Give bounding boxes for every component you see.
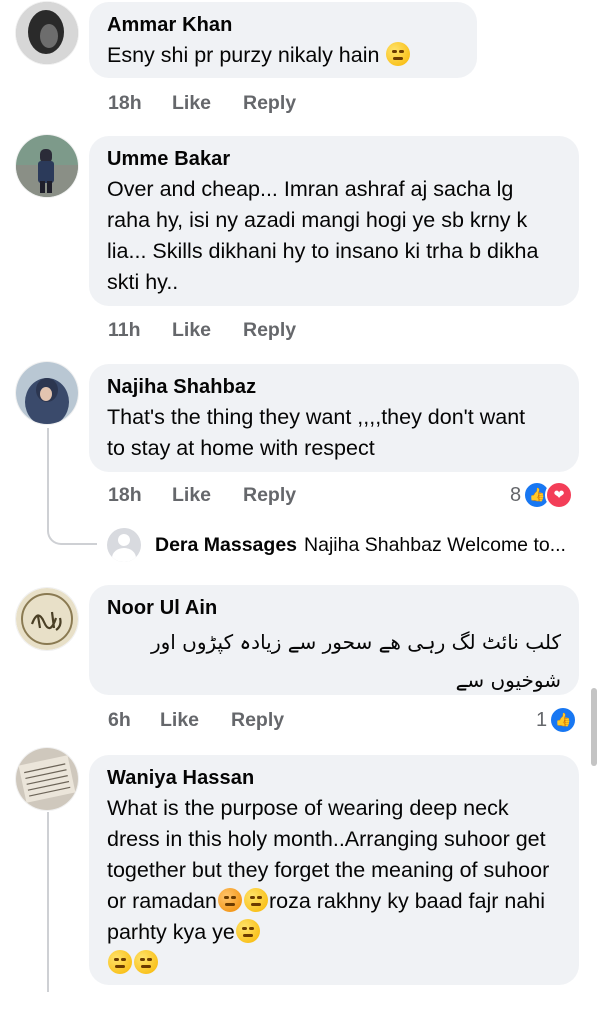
comment-actions: 18h Like Reply <box>108 92 296 115</box>
comment-bubble: Noor Ul Ain کلب نائٹ لگ رہی ھے سحور سے ز… <box>89 585 579 695</box>
reply-button[interactable]: Reply <box>243 319 296 342</box>
avatar-noor-ul-ain[interactable] <box>16 588 78 650</box>
smirk-emoji-icon <box>235 919 260 943</box>
avatar-umme-bakar[interactable] <box>16 135 78 197</box>
grimace-emoji-icon <box>386 42 411 66</box>
reply-text: Najiha Shahbaz Welcome to... <box>304 533 566 556</box>
comment-author[interactable]: Umme Bakar <box>107 146 561 172</box>
reply-button[interactable]: Reply <box>243 92 296 115</box>
reaction-summary[interactable]: 1 👍 <box>536 706 578 734</box>
avatar-waniya-hassan[interactable] <box>16 748 78 810</box>
calligraphy-icon <box>16 588 78 650</box>
reply-thread-line <box>47 428 97 545</box>
comment-time: 18h <box>108 484 142 506</box>
profile-photo-icon <box>16 2 78 64</box>
comment-text: Esny shi pr purzy nikaly hain <box>107 43 380 67</box>
smirk-emoji-icon <box>108 950 132 974</box>
reaction-summary[interactable]: 8 👍 ❤ <box>510 481 574 509</box>
like-button[interactable]: Like <box>172 319 243 342</box>
scrollbar[interactable] <box>591 688 597 766</box>
comment-text: کلب نائٹ لگ رہی ھے سحور سے زیادہ کپڑوں ا… <box>150 630 561 692</box>
comment-bubble: Najiha Shahbaz That's the thing they wan… <box>89 364 579 472</box>
comment-author[interactable]: Najiha Shahbaz <box>107 374 561 400</box>
crying-emoji-icon <box>217 888 242 912</box>
reply-button[interactable]: Reply <box>231 709 284 732</box>
reaction-count: 8 <box>510 483 522 506</box>
like-button[interactable]: Like <box>160 709 231 732</box>
avatar-ammar-khan[interactable] <box>16 2 78 64</box>
like-button[interactable]: Like <box>172 484 243 507</box>
book-photo-icon <box>16 748 78 810</box>
reaction-count: 1 <box>536 708 548 731</box>
comment-time: 18h <box>108 92 142 114</box>
smirk-emoji-icon <box>134 950 158 974</box>
comment-text: Over and cheap... Imran ashraf aj sacha … <box>107 177 539 294</box>
comment-author[interactable]: Waniya Hassan <box>107 765 561 791</box>
reply-thread-line <box>47 812 49 992</box>
comment-time: 11h <box>108 319 141 341</box>
default-avatar-icon <box>107 528 141 562</box>
comment-author[interactable]: Ammar Khan <box>107 12 459 38</box>
like-reaction-icon: 👍 <box>549 706 578 734</box>
comment-bubble: Umme Bakar Over and cheap... Imran ashra… <box>89 136 579 306</box>
comment-bubble: Ammar Khan Esny shi pr purzy nikaly hain <box>89 2 477 78</box>
comment-actions: 18h Like Reply <box>108 484 296 507</box>
profile-photo-icon <box>16 135 78 197</box>
avatar-najiha-shahbaz[interactable] <box>16 362 78 424</box>
reply-button[interactable]: Reply <box>243 484 296 507</box>
reply-preview[interactable]: Dera Massages Najiha Shahbaz Welcome to.… <box>107 528 566 562</box>
comment-actions: 6h Like Reply <box>108 709 284 732</box>
comment-bubble: Waniya Hassan What is the purpose of wea… <box>89 755 579 985</box>
profile-photo-icon <box>16 362 78 424</box>
smirk-emoji-icon <box>243 888 268 912</box>
comment-text: That's the thing they want ,,,,they don'… <box>107 405 526 460</box>
comment-actions: 11h Like Reply <box>108 319 296 342</box>
love-reaction-icon: ❤ <box>545 481 574 509</box>
like-button[interactable]: Like <box>172 92 243 115</box>
reply-author[interactable]: Dera Massages <box>155 534 297 557</box>
comment-time: 6h <box>108 709 131 731</box>
comment-author[interactable]: Noor Ul Ain <box>107 595 561 621</box>
